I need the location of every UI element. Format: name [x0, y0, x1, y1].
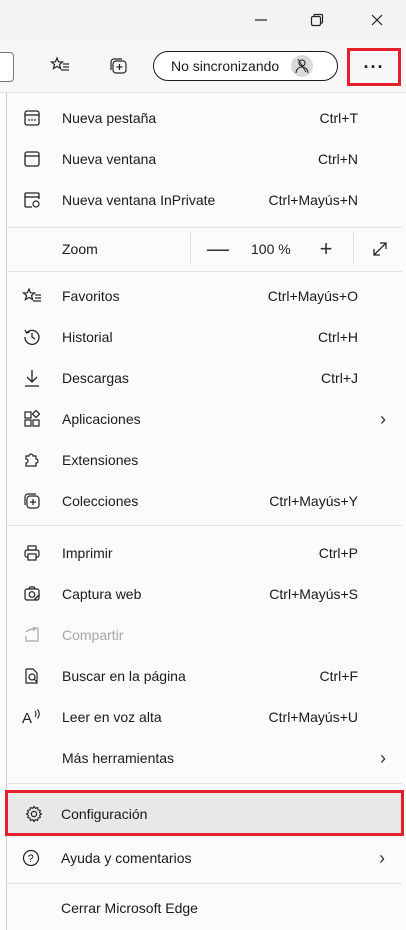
- zoom-in-button[interactable]: +: [311, 235, 341, 263]
- favorites-bar-icon[interactable]: [46, 52, 74, 80]
- menu-item-label: Aplicaciones: [62, 411, 141, 427]
- menu-item-favorites[interactable]: Favoritos Ctrl+Mayús+O: [7, 276, 402, 316]
- chevron-right-icon: ›: [380, 408, 386, 429]
- zoom-out-button[interactable]: —: [203, 235, 233, 263]
- menu-item-shortcut: Ctrl+F: [319, 668, 359, 684]
- menu-item-more-tools[interactable]: Más herramientas ›: [7, 738, 402, 778]
- new-window-icon: [21, 148, 43, 170]
- chevron-right-icon: ›: [380, 747, 386, 768]
- menu-item-label: Descargas: [62, 370, 129, 386]
- history-icon: [21, 326, 43, 348]
- menu-item-label: Imprimir: [62, 545, 113, 561]
- menu-item-shortcut: Ctrl+Mayús+S: [269, 586, 358, 602]
- menu-item-shortcut: Ctrl+Mayús+N: [268, 192, 358, 208]
- svg-text:A: A: [22, 710, 32, 726]
- new-tab-icon: [21, 107, 43, 129]
- menu-item-read-aloud[interactable]: A Leer en voz alta Ctrl+Mayús+U: [7, 697, 402, 737]
- menu-item-new-tab[interactable]: Nueva pestaña Ctrl+T: [7, 98, 402, 138]
- menu-divider: [7, 783, 402, 784]
- menu-item-find-on-page[interactable]: Buscar en la página Ctrl+F: [7, 656, 402, 696]
- menu-item-label: Configuración: [61, 806, 148, 822]
- menu-item-label: Nueva ventana InPrivate: [62, 192, 216, 208]
- menu-item-shortcut: Ctrl+Mayús+U: [268, 709, 358, 725]
- menu-item-shortcut: Ctrl+H: [317, 329, 358, 345]
- menu-item-share: Compartir: [7, 615, 402, 655]
- zoom-divider: [353, 233, 354, 265]
- gear-icon: [23, 803, 45, 825]
- collections-icon[interactable]: [104, 52, 132, 80]
- menu-item-label: Nueva pestaña: [62, 110, 157, 126]
- profile-avatar-icon: [291, 55, 314, 77]
- help-icon: ?: [20, 847, 42, 869]
- restore-icon[interactable]: [294, 0, 340, 40]
- menu-item-label: Extensiones: [62, 452, 139, 468]
- read-aloud-icon: A: [21, 706, 43, 728]
- collections-icon: [21, 490, 43, 512]
- menu-item-shortcut: Ctrl+N: [317, 151, 358, 167]
- zoom-value: 100 %: [251, 241, 291, 257]
- menu-item-label: Colecciones: [62, 493, 139, 509]
- title-bar: [0, 0, 406, 40]
- menu-item-help[interactable]: ? Ayuda y comentarios ›: [6, 838, 401, 878]
- menu-item-extensions[interactable]: Extensiones: [7, 440, 402, 480]
- fullscreen-icon[interactable]: [365, 235, 395, 263]
- menu-item-label: Historial: [62, 329, 113, 345]
- address-bar-edge[interactable]: [0, 52, 14, 82]
- menu-item-web-capture[interactable]: Captura web Ctrl+Mayús+S: [7, 574, 402, 614]
- profile-status-label: No sincronizando: [171, 58, 280, 74]
- settings-and-more-button[interactable]: ···: [347, 48, 401, 86]
- menu-item-label: Cerrar Microsoft Edge: [61, 900, 198, 916]
- chevron-right-icon: ›: [379, 847, 385, 868]
- menu-item-new-window[interactable]: Nueva ventana Ctrl+N: [7, 139, 402, 179]
- svg-text:?: ?: [28, 853, 34, 865]
- menu-divider: [7, 525, 402, 526]
- apps-icon: [21, 408, 43, 430]
- printer-icon: [21, 542, 43, 564]
- menu-item-downloads[interactable]: Descargas Ctrl+J: [7, 358, 402, 398]
- menu-item-shortcut: Ctrl+P: [318, 545, 358, 561]
- zoom-divider: [190, 233, 191, 265]
- menu-item-settings[interactable]: Configuración: [5, 790, 404, 836]
- inprivate-icon: [21, 189, 43, 211]
- menu-item-label: Compartir: [62, 627, 124, 643]
- menu-item-collections[interactable]: Colecciones Ctrl+Mayús+Y: [7, 481, 402, 521]
- menu-item-shortcut: Ctrl+Mayús+O: [267, 288, 358, 304]
- menu-item-shortcut: Ctrl+J: [321, 370, 358, 386]
- menu-item-label: Leer en voz alta: [62, 709, 162, 725]
- menu-item-label: Favoritos: [62, 288, 120, 304]
- menu-item-label: Nueva ventana: [62, 151, 157, 167]
- zoom-label: Zoom: [62, 241, 98, 257]
- browser-toolbar: No sincronizando ···: [0, 40, 406, 93]
- minimize-icon[interactable]: [238, 0, 284, 40]
- menu-item-label: Captura web: [62, 586, 142, 602]
- menu-divider: [7, 227, 402, 228]
- web-capture-icon: [21, 583, 43, 605]
- profile-button[interactable]: No sincronizando: [153, 51, 338, 81]
- menu-item-apps[interactable]: Aplicaciones ›: [7, 399, 402, 439]
- find-on-page-icon: [21, 665, 43, 687]
- favorites-icon: [21, 285, 43, 307]
- menu-item-new-inprivate-window[interactable]: Nueva ventana InPrivate Ctrl+Mayús+N: [7, 180, 402, 220]
- share-icon: [21, 624, 43, 646]
- download-icon: [21, 367, 43, 389]
- zoom-row: Zoom — 100 % +: [7, 229, 402, 269]
- menu-item-label: Ayuda y comentarios: [61, 850, 192, 866]
- menu-item-history[interactable]: Historial Ctrl+H: [7, 317, 402, 357]
- menu-divider: [7, 271, 402, 272]
- menu-item-print[interactable]: Imprimir Ctrl+P: [7, 533, 402, 573]
- extensions-icon: [21, 449, 43, 471]
- menu-item-shortcut: Ctrl+T: [319, 110, 359, 126]
- menu-divider: [6, 883, 401, 884]
- menu-item-label: Más herramientas: [62, 750, 175, 766]
- menu-item-close-edge[interactable]: Cerrar Microsoft Edge: [6, 888, 401, 928]
- menu-item-label: Buscar en la página: [62, 668, 186, 684]
- close-icon[interactable]: [354, 0, 400, 40]
- menu-item-shortcut: Ctrl+Mayús+Y: [269, 493, 358, 509]
